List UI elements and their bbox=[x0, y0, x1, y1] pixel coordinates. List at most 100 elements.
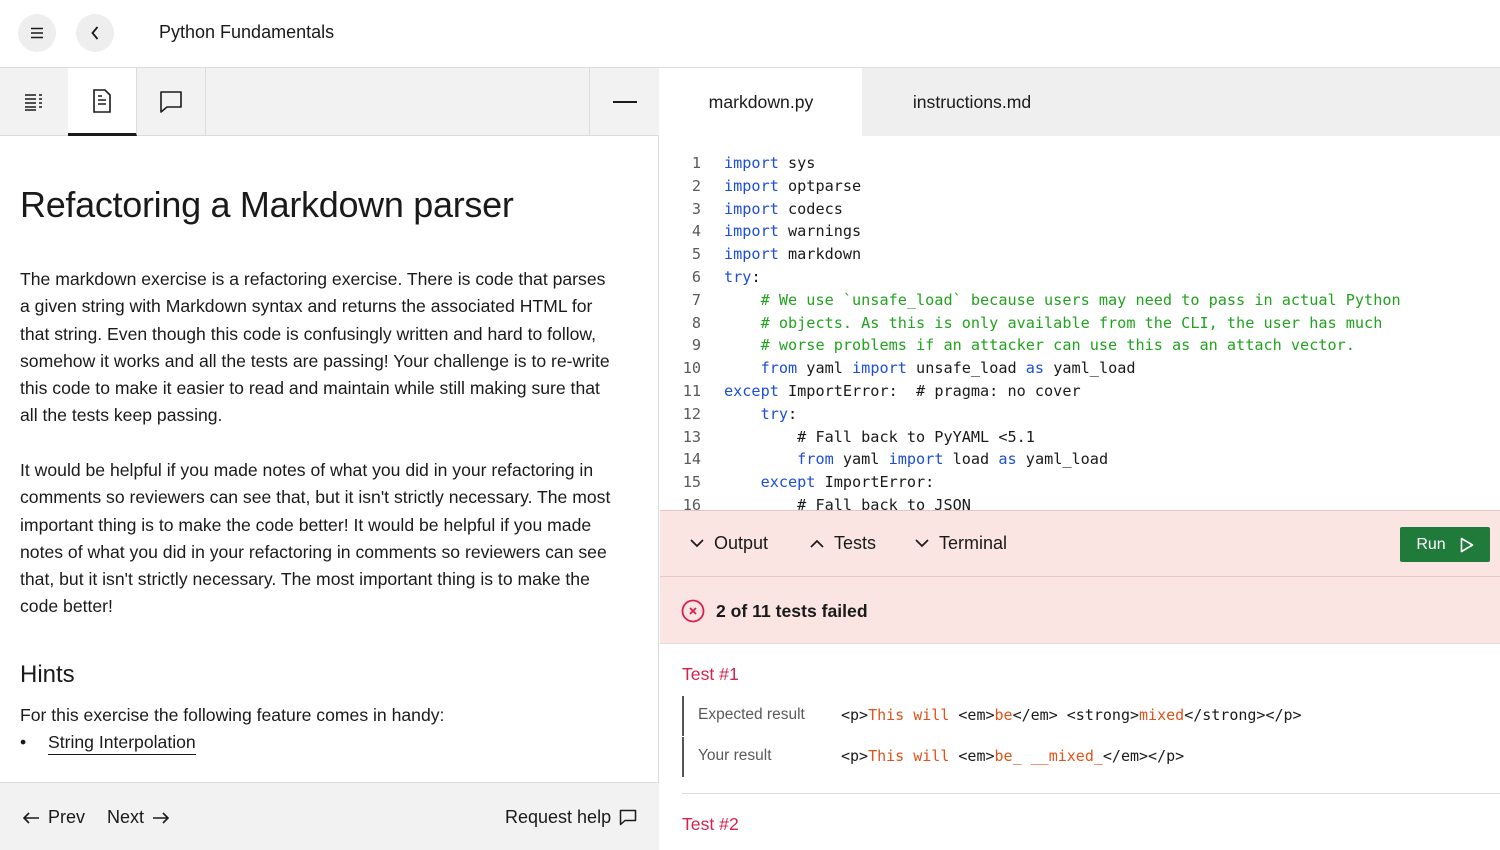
back-button[interactable] bbox=[76, 14, 114, 52]
code-line: 2 import optparse bbox=[660, 175, 1500, 198]
hints-intro: For this exercise the following feature … bbox=[20, 705, 445, 725]
results-panel-bar: Output Tests Terminal Run bbox=[660, 510, 1500, 577]
chevron-up-icon bbox=[810, 539, 824, 548]
code-line: 11 except ImportError: # pragma: no cover bbox=[660, 380, 1500, 403]
next-label: Next bbox=[107, 807, 145, 827]
file-tab-bar: markdown.py instructions.md bbox=[660, 68, 1500, 136]
run-label: Run bbox=[1416, 535, 1446, 553]
hints-heading: Hints bbox=[20, 661, 75, 688]
play-icon bbox=[1460, 537, 1473, 552]
code-text: # worse problems if an attacker can use … bbox=[760, 336, 1355, 355]
instructions-pane: Refactoring a Markdown parser The markdo… bbox=[0, 68, 659, 850]
code-line: 3 import codecs bbox=[660, 198, 1500, 221]
code-text: try: bbox=[760, 404, 798, 423]
expected-result-label: Expected result bbox=[698, 706, 805, 723]
code-line: 8 # objects. As this is only available f… bbox=[660, 312, 1500, 335]
chevron-left-icon bbox=[91, 26, 99, 40]
arrow-left-icon bbox=[22, 811, 39, 824]
line-number: 16 bbox=[682, 496, 701, 510]
code-text: from yaml import unsafe_load as yaml_loa… bbox=[760, 359, 1136, 378]
prev-button[interactable]: Prev bbox=[22, 807, 85, 828]
code-text: import markdown bbox=[724, 245, 862, 264]
top-bar: Python Fundamentals bbox=[0, 0, 1500, 68]
test-status-bar: 2 of 11 tests failed bbox=[660, 577, 1500, 644]
document-icon bbox=[93, 88, 111, 113]
code-line: 13 # Fall back to PyYAML <5.1 bbox=[660, 426, 1500, 449]
chevron-down-icon bbox=[690, 539, 704, 548]
hamburger-icon bbox=[31, 27, 43, 39]
code-text: import sys bbox=[724, 154, 816, 172]
list-icon bbox=[25, 93, 42, 111]
code-line: 7 # We use `unsafe_load` because users m… bbox=[660, 289, 1500, 312]
code-text: from yaml import load as yaml_load bbox=[797, 450, 1109, 469]
terminal-label: Terminal bbox=[939, 533, 1008, 553]
code-line: 5 import markdown bbox=[660, 243, 1500, 266]
tab-outline[interactable] bbox=[0, 68, 69, 135]
line-number: 10 bbox=[682, 359, 701, 378]
terminal-toggle[interactable]: Terminal bbox=[915, 533, 1007, 554]
line-number: 6 bbox=[691, 268, 701, 286]
article-paragraph: The markdown exercise is a refactoring e… bbox=[20, 269, 610, 426]
code-line: 12 try: bbox=[660, 403, 1500, 426]
collapse-button[interactable] bbox=[589, 68, 659, 135]
chevron-down-icon bbox=[915, 539, 929, 548]
expected-result-row: Expected result <p>This will <em>be</em>… bbox=[682, 696, 1482, 736]
code-editor[interactable]: 1 import sys 2 import optparse 3 import codec… bbox=[660, 136, 1500, 510]
line-number: 5 bbox=[691, 245, 701, 264]
test-status-text: 2 of 11 tests failed bbox=[716, 601, 868, 621]
arrow-right-icon bbox=[153, 811, 170, 824]
code-line: 9 # worse problems if an attacker can us… bbox=[660, 334, 1500, 357]
your-result-value: <p>This will <em>be_ __mixed_</em></p> bbox=[841, 747, 1185, 765]
code-text: # Fall back to PyYAML <5.1 bbox=[797, 427, 1035, 446]
expected-result-value: <p>This will <em>be</em> <strong>mixed</… bbox=[841, 706, 1302, 724]
code-text: import warnings bbox=[724, 222, 862, 241]
prev-label: Prev bbox=[48, 807, 86, 827]
code-text: # objects. As this is only available fro… bbox=[760, 313, 1383, 332]
tab-markdown-py[interactable]: markdown.py bbox=[660, 68, 862, 136]
chat-icon bbox=[619, 809, 637, 825]
line-number: 14 bbox=[682, 450, 701, 469]
tab-instructions[interactable] bbox=[68, 68, 137, 136]
code-line: 15 except ImportError: bbox=[660, 471, 1500, 494]
navigation-footer: Prev Next Request help bbox=[0, 782, 659, 850]
code-line: 4 import warnings bbox=[660, 220, 1500, 243]
minus-icon bbox=[612, 100, 637, 103]
line-number: 12 bbox=[682, 404, 701, 423]
tab-chat[interactable] bbox=[137, 68, 206, 135]
run-button[interactable]: Run bbox=[1400, 527, 1490, 562]
code-line: 10 from yaml import unsafe_load as yaml_… bbox=[660, 357, 1500, 380]
left-tab-bar bbox=[0, 68, 659, 136]
tab-instructions-md[interactable]: instructions.md bbox=[862, 68, 1082, 136]
code-text: try: bbox=[724, 268, 761, 286]
tests-toggle[interactable]: Tests bbox=[810, 533, 876, 554]
code-text: except ImportError: # pragma: no cover bbox=[724, 382, 1081, 400]
line-number: 1 bbox=[691, 154, 701, 172]
divider bbox=[682, 793, 1500, 794]
code-text: except ImportError: bbox=[760, 473, 935, 492]
test-title: Test #2 bbox=[682, 814, 739, 834]
line-number: 9 bbox=[691, 336, 701, 355]
menu-button[interactable] bbox=[18, 14, 56, 52]
line-number: 7 bbox=[691, 290, 701, 309]
request-help-button[interactable]: Request help bbox=[505, 807, 637, 828]
test-title: Test #1 bbox=[682, 664, 739, 684]
output-label: Output bbox=[714, 533, 769, 553]
line-number: 13 bbox=[682, 427, 701, 446]
code-line: 14 from yaml import load as yaml_load bbox=[660, 448, 1500, 471]
line-number: 2 bbox=[691, 176, 701, 195]
code-text: # Fall back to JSON bbox=[797, 496, 971, 510]
article-title: Refactoring a Markdown parser bbox=[20, 184, 514, 225]
code-line: 6 try: bbox=[660, 266, 1500, 289]
code-text: import codecs bbox=[724, 199, 843, 218]
request-help-label: Request help bbox=[505, 807, 612, 827]
next-button[interactable]: Next bbox=[107, 807, 170, 828]
line-number: 11 bbox=[682, 382, 701, 400]
line-number: 8 bbox=[691, 313, 701, 332]
output-toggle[interactable]: Output bbox=[690, 533, 768, 554]
page-title: Python Fundamentals bbox=[159, 22, 335, 42]
code-line: 16 # Fall back to JSON bbox=[660, 494, 1500, 510]
code-text: # We use `unsafe_load` because users may… bbox=[760, 290, 1401, 309]
your-result-row: Your result <p>This will <em>be_ __mixed… bbox=[682, 737, 1482, 777]
hint-link[interactable]: String Interpolation bbox=[48, 732, 196, 755]
code-text: import optparse bbox=[724, 176, 862, 195]
